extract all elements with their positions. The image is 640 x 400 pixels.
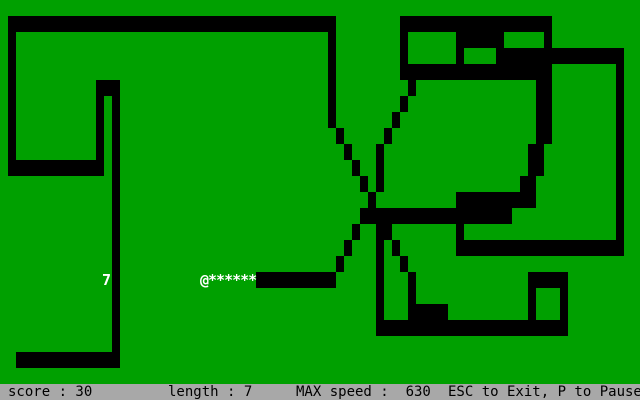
- maze-wall: [352, 224, 360, 240]
- maze-wall: [528, 272, 536, 336]
- help-text: ESC to Exit, P to Pause: [448, 384, 640, 400]
- maze-wall: [496, 48, 624, 64]
- food-item: 7: [102, 271, 112, 289]
- maze-wall: [256, 272, 336, 288]
- maze-wall: [376, 144, 384, 192]
- maze-wall: [400, 64, 536, 80]
- maze-wall: [400, 256, 408, 272]
- maze-wall: [456, 192, 528, 208]
- maze-wall: [392, 240, 400, 256]
- snake: @******: [200, 271, 257, 289]
- maze-wall: [392, 112, 400, 128]
- snake-body: ******: [208, 271, 257, 289]
- maze-wall: [616, 48, 624, 256]
- maze-wall: [112, 80, 120, 368]
- maze-wall: [376, 224, 392, 240]
- max-speed-readout: MAX speed : 630: [296, 384, 431, 400]
- maze-wall: [408, 80, 416, 96]
- maze-wall: [376, 320, 568, 336]
- maze-wall: [360, 176, 368, 192]
- maze-wall: [344, 240, 352, 256]
- maze-wall: [384, 128, 392, 144]
- maze-wall: [8, 160, 104, 176]
- maze-wall: [456, 32, 464, 64]
- game-screen: 7 @****** score : 30 length : 7 MAX spee…: [0, 0, 640, 400]
- maze-wall: [400, 96, 408, 112]
- score-readout: score : 30: [8, 384, 93, 400]
- maze-wall: [544, 16, 552, 144]
- maze-wall: [408, 304, 448, 320]
- maze-wall: [8, 16, 336, 32]
- maze-wall: [560, 272, 568, 336]
- maze-wall: [336, 256, 344, 272]
- maze-wall: [456, 240, 624, 256]
- snake-head: @: [200, 271, 209, 289]
- play-field[interactable]: 7 @******: [0, 0, 640, 384]
- maze-wall: [528, 144, 544, 176]
- maze-wall: [8, 16, 16, 176]
- length-readout: length : 7: [168, 384, 253, 400]
- maze-wall: [328, 16, 336, 128]
- maze-wall: [352, 160, 360, 176]
- maze-wall: [360, 208, 512, 224]
- maze-wall: [16, 352, 120, 368]
- status-bar: score : 30 length : 7 MAX speed : 630 ES…: [0, 384, 640, 400]
- maze-wall: [368, 192, 376, 208]
- maze-wall: [336, 128, 344, 144]
- maze-wall: [344, 144, 352, 160]
